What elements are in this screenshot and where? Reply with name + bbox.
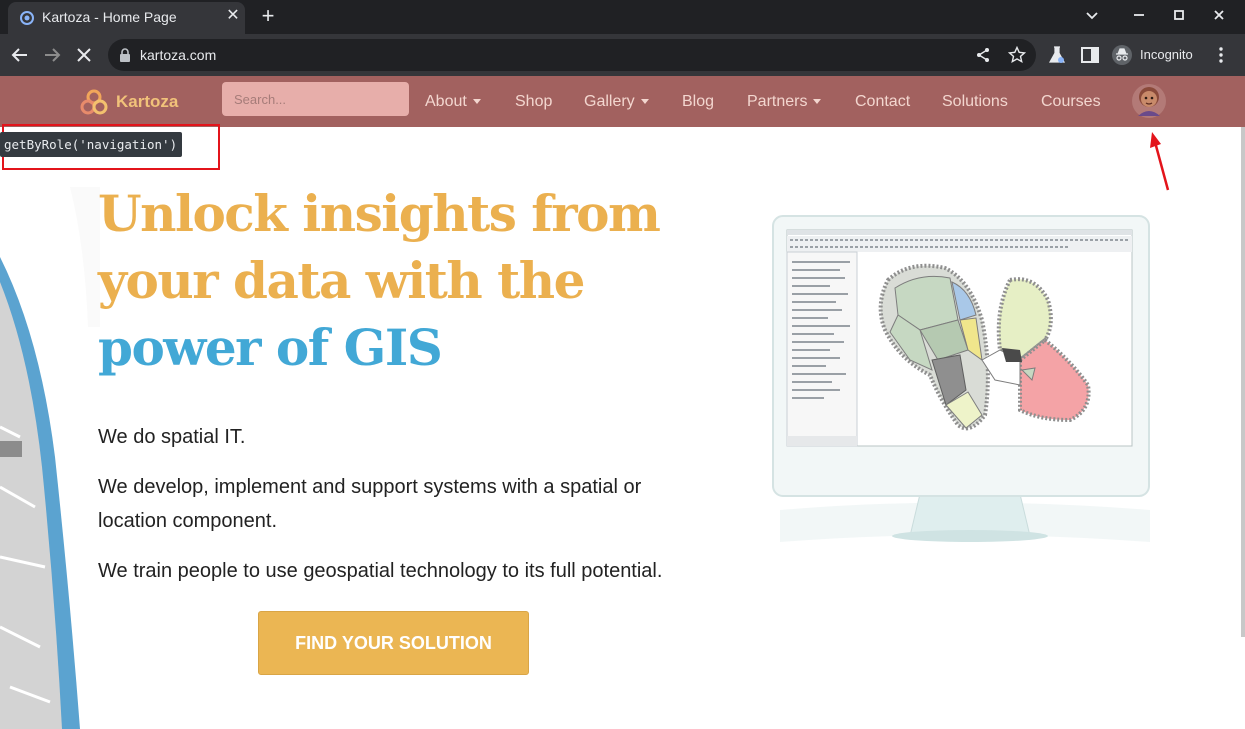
nav-item-label: Gallery (584, 93, 635, 110)
url-text: kartoza.com (140, 47, 217, 63)
nav-item-solutions[interactable]: Solutions (942, 93, 1008, 111)
caret-down-icon (472, 99, 481, 105)
nav-item-label: Shop (515, 93, 553, 110)
side-panel-icon[interactable] (1079, 44, 1101, 66)
nav-item-label: Courses (1041, 93, 1101, 110)
close-tab-icon[interactable]: ✕ (224, 7, 242, 25)
back-arrow-icon[interactable] (9, 44, 31, 66)
labs-flask-icon[interactable] (1046, 44, 1068, 66)
gis-monitor-illustration (772, 215, 1150, 542)
forward-arrow-icon[interactable] (41, 44, 63, 66)
brand-name-link[interactable]: Kartoza (116, 92, 178, 112)
share-icon[interactable] (975, 47, 991, 63)
caret-down-icon (640, 99, 649, 105)
incognito-label[interactable]: Incognito (1140, 47, 1193, 62)
more-menu-icon[interactable] (1210, 44, 1232, 66)
red-arrow-icon (1150, 132, 1170, 191)
incognito-icon[interactable] (1111, 44, 1133, 66)
browser-toolbar: kartoza.com Incognito (0, 34, 1245, 76)
find-solution-button[interactable]: FIND YOUR SOLUTION (258, 611, 529, 675)
hero-title-part1: Unlock insights from your data with the (98, 184, 661, 310)
site-search-input[interactable] (222, 82, 409, 116)
minimize-window-icon[interactable] (1127, 3, 1151, 27)
nav-item-shop[interactable]: Shop (515, 93, 552, 111)
caret-down-icon (813, 99, 822, 105)
close-window-icon[interactable] (1207, 3, 1231, 27)
site-navigation: Kartoza About Shop Gallery Blog Partners… (0, 76, 1245, 127)
locator-tooltip: getByRole('navigation') (0, 132, 183, 157)
nav-item-label: Partners (747, 93, 808, 110)
nav-item-contact[interactable]: Contact (855, 93, 910, 111)
lock-icon[interactable] (118, 47, 132, 63)
nav-item-about[interactable]: About (425, 93, 481, 111)
new-tab-button[interactable]: + (256, 4, 280, 28)
nav-item-courses[interactable]: Courses (1041, 93, 1101, 111)
address-bar[interactable]: kartoza.com (108, 39, 1036, 71)
loading-favicon-icon (20, 11, 34, 25)
tab-title: Kartoza - Home Page (42, 9, 177, 25)
kartoza-logo-icon[interactable] (80, 88, 108, 116)
nav-item-label: Solutions (942, 93, 1008, 110)
browser-tab[interactable]: Kartoza - Home Page ✕ (8, 2, 245, 34)
stop-loading-icon[interactable] (73, 44, 95, 66)
decorative-map-graphic (0, 187, 100, 729)
hero-training-text: We train people to use geospatial techno… (98, 560, 663, 582)
nav-item-blog[interactable]: Blog (682, 93, 714, 111)
hero-title-part2: power of GIS (98, 318, 443, 377)
tab-search-chevron-icon[interactable] (1080, 3, 1104, 27)
hero-tagline: We do spatial IT. (98, 426, 246, 448)
nav-item-gallery[interactable]: Gallery (584, 93, 649, 111)
nav-item-label: Blog (682, 93, 715, 110)
bookmark-star-icon[interactable] (1008, 46, 1026, 64)
nav-item-label: Contact (855, 93, 911, 110)
user-avatar-icon[interactable] (1131, 82, 1167, 120)
hero-description: We develop, implement and support system… (98, 476, 642, 532)
hero-title: Unlock insights from your data with the … (98, 180, 738, 381)
browser-tabstrip: Kartoza - Home Page ✕ + (0, 0, 1245, 34)
nav-item-partners[interactable]: Partners (747, 93, 822, 111)
maximize-window-icon[interactable] (1167, 3, 1191, 27)
nav-item-label: About (425, 93, 467, 110)
page-scrollbar[interactable] (1241, 127, 1245, 637)
